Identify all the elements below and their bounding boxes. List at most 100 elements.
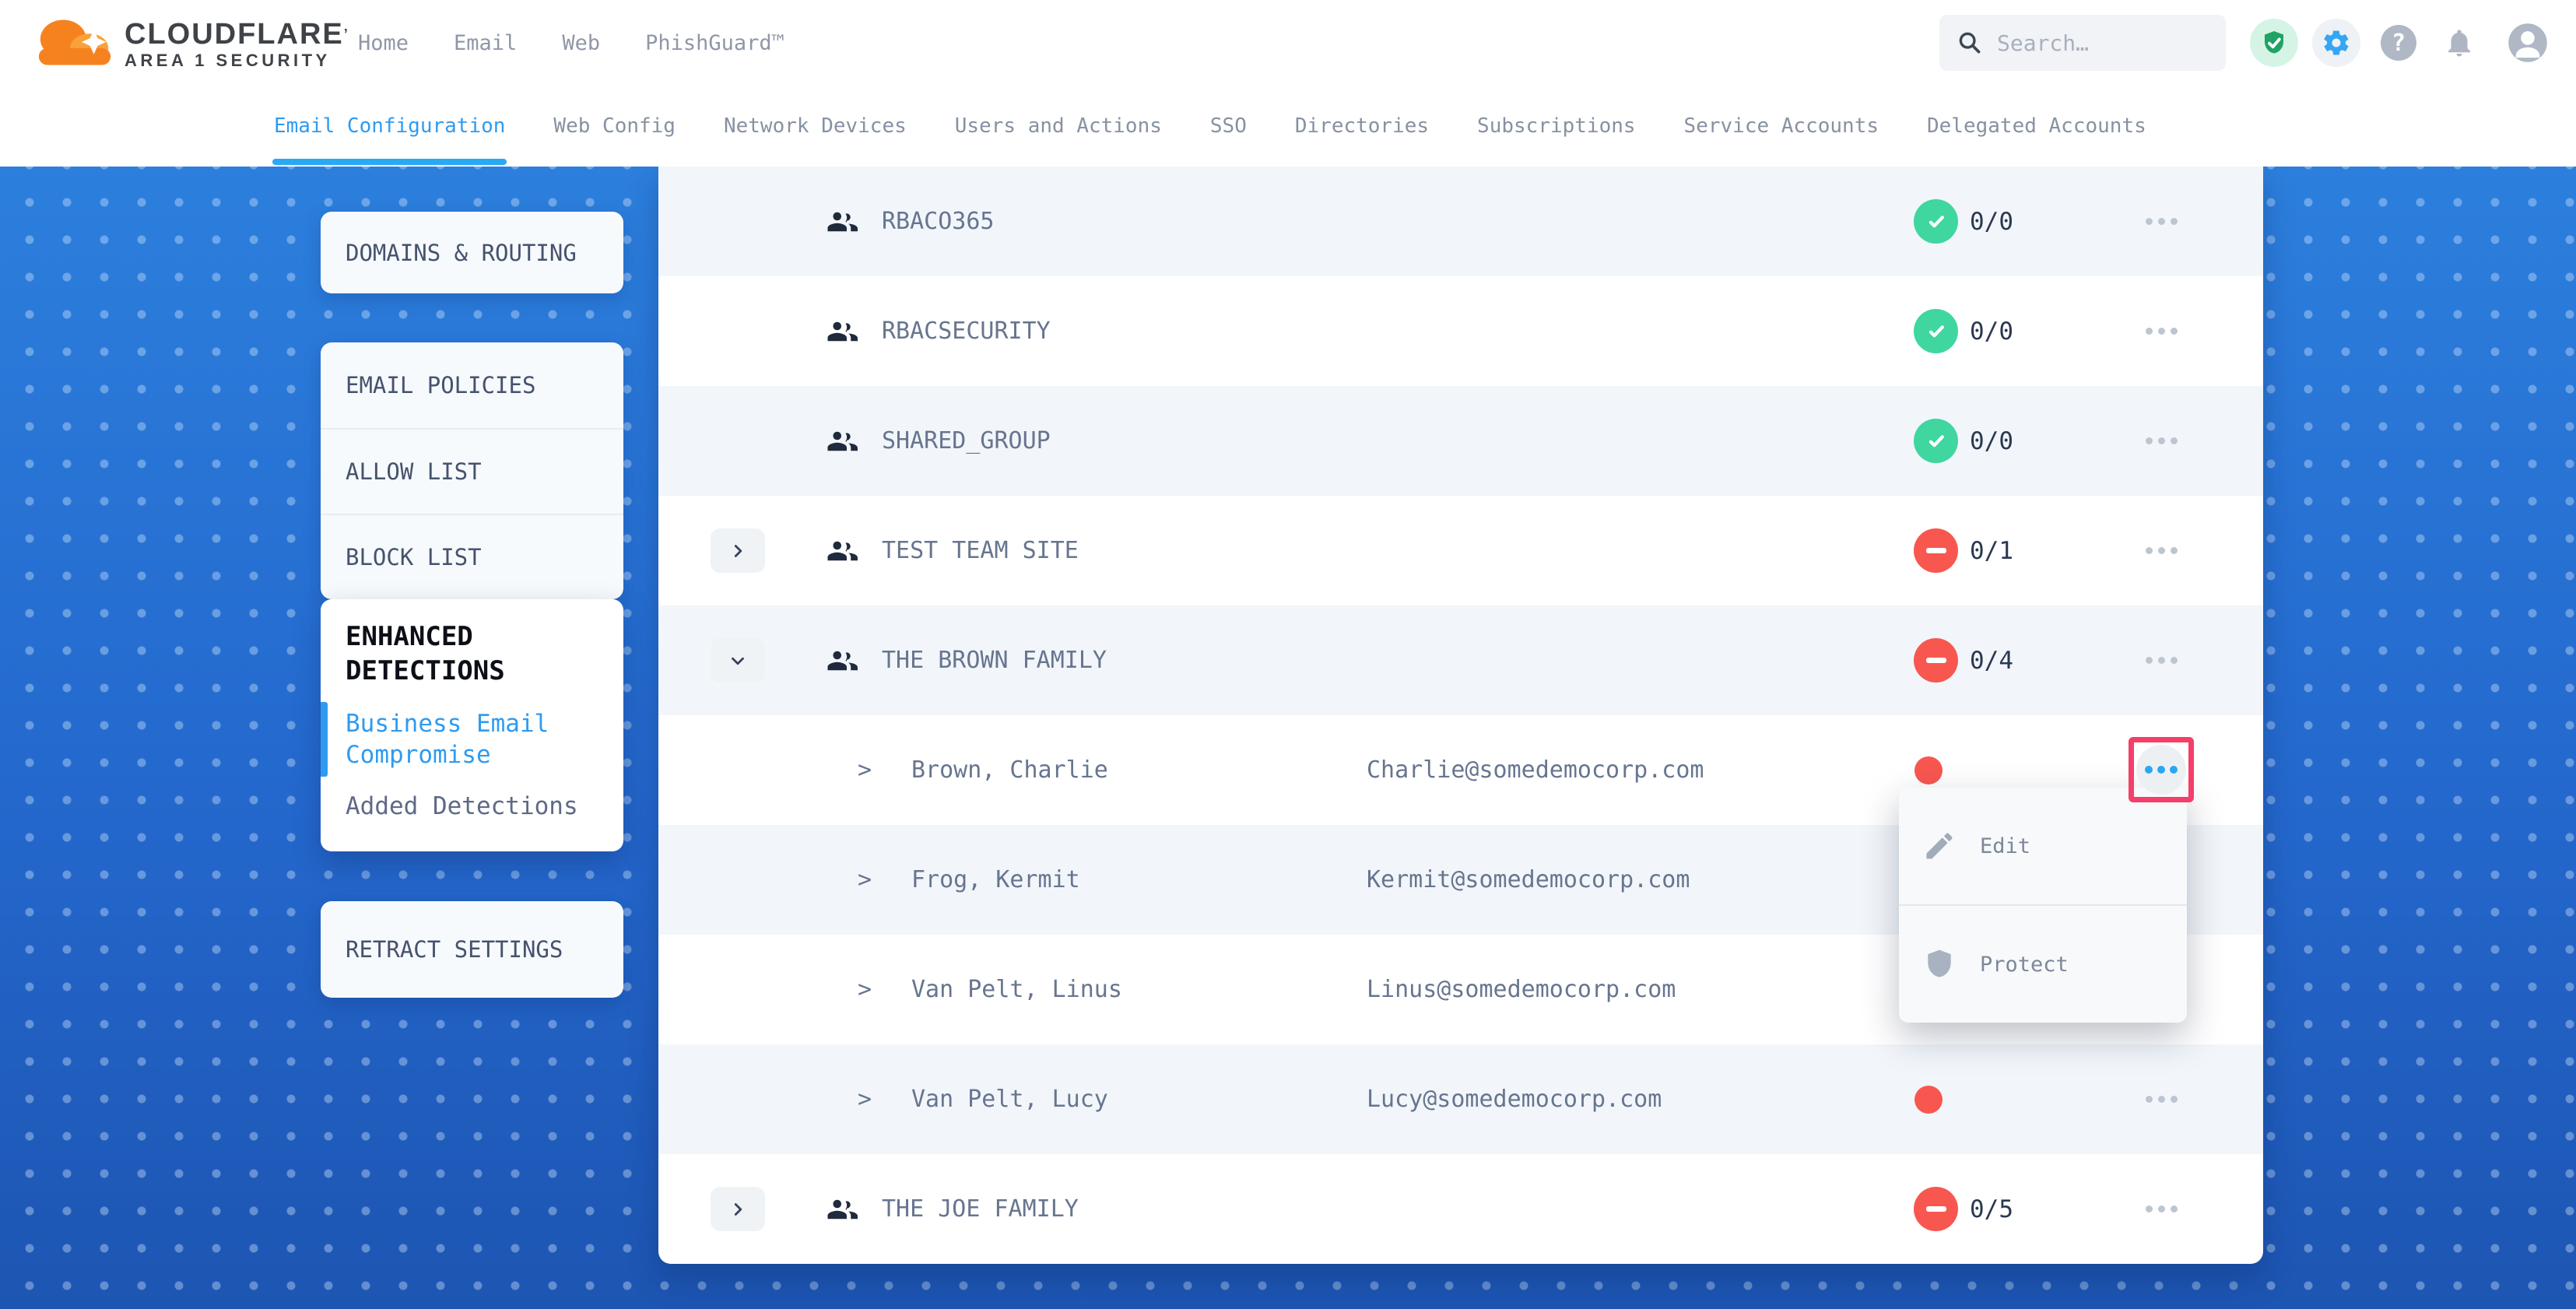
group-name: TEST TEAM SITE [882,496,1079,605]
tab-subscriptions[interactable]: Subscriptions [1477,86,1636,167]
sidebar-item-email-policies[interactable]: EMAIL POLICIES [321,342,623,428]
help-glyph: ? [2392,30,2406,57]
minus-icon [1926,548,1946,553]
tab-sso[interactable]: SSO [1210,86,1247,167]
menu-item-protect[interactable]: Protect [1899,904,2187,1023]
status-ok-badge [1914,199,1958,244]
minus-icon [1926,658,1946,663]
pencil-icon [1922,829,1957,863]
brand-subtitle: AREA 1 SECURITY [125,50,349,72]
group-people-icon [825,425,858,458]
avatar-glyph [2507,22,2549,64]
group-icon [825,276,858,386]
group-row[interactable]: RBACO365 0/0 [658,167,2263,276]
protection-count: 0/4 [1970,605,2013,715]
protection-count: 0/1 [1970,496,2013,605]
chevron-right-icon [728,1199,748,1220]
tab-delegated-accounts[interactable]: Delegated Accounts [1927,86,2146,167]
group-people-icon [825,315,858,348]
row-chevron-icon: > [858,715,872,825]
cloudflare-logo-icon [33,9,117,76]
chevron-right-icon [728,541,748,561]
menu-item-label: Protect [1980,953,2069,977]
tab-users-and-actions[interactable]: Users and Actions [955,86,1162,167]
group-name: SHARED_GROUP [882,386,1051,496]
top-nav-web[interactable]: Web [562,31,600,55]
sidebar-item-allow-list[interactable]: ALLOW LIST [321,428,623,514]
status-ok-badge [1914,309,1958,353]
status-blocked-badge [1914,528,1958,573]
status-blocked-badge [1914,638,1958,683]
sidebar-card-3: RETRACT SETTINGS [321,901,623,998]
check-icon [1923,209,1950,235]
help-icon[interactable]: ? [2381,25,2416,61]
group-row[interactable]: THE BROWN FAMILY 0/4 [658,605,2263,715]
row-actions-button[interactable] [2129,298,2194,363]
status-dot [1914,1086,1943,1114]
sidebar-item-domains-routing[interactable]: DOMAINS & ROUTING [321,212,623,293]
top-nav-phishguard[interactable]: PhishGuard™ [645,31,784,55]
row-actions-button[interactable] [2129,408,2194,473]
expand-group-button[interactable] [711,528,765,573]
tab-network-devices[interactable]: Network Devices [724,86,907,167]
search-box[interactable] [1939,15,2226,71]
member-email: Linus@somedemocorp.com [1367,935,1676,1044]
row-actions-button[interactable] [2129,518,2194,583]
group-name: RBACSECURITY [882,276,1051,386]
expand-group-button[interactable] [711,1187,765,1231]
row-chevron-icon: > [858,1044,872,1154]
row-actions-button[interactable] [2129,627,2194,693]
group-row[interactable]: THE JOE FAMILY0/5 [658,1154,2263,1264]
group-name: THE JOE FAMILY [882,1154,1079,1264]
shield-icon [1922,947,1957,981]
top-nav-email[interactable]: Email [454,31,517,55]
status-ok-badge [1914,419,1958,463]
shield-check-icon[interactable] [2250,19,2298,67]
gear-icon[interactable] [2312,19,2360,67]
avatar-icon[interactable] [2507,22,2549,64]
brand-trademark: ’ [344,26,349,42]
sidebar-section-heading: ENHANCED DETECTIONS [346,619,598,688]
top-nav-home[interactable]: Home [358,31,409,55]
group-name: THE BROWN FAMILY [882,605,1107,715]
gear-glyph [2322,28,2351,58]
member-row[interactable]: > Van Pelt, Lucy Lucy@somedemocorp.com [658,1044,2263,1154]
ellipsis-icon [2136,745,2186,795]
groups-table-panel: RBACO3650/0RBACSECURITY0/0SHARED_GROUP0/… [658,167,2263,1264]
group-name: RBACO365 [882,167,995,276]
chevron-down-icon [728,651,748,671]
group-row[interactable]: RBACSECURITY0/0 [658,276,2263,386]
tab-service-accounts[interactable]: Service Accounts [1684,86,1879,167]
bell-icon[interactable] [2435,19,2483,67]
member-email: Lucy@somedemocorp.com [1367,1044,1662,1154]
sidebar-item-retract-settings[interactable]: RETRACT SETTINGS [321,901,623,998]
sidebar-item-added-detections[interactable]: Added Detections [346,791,598,822]
status-blocked-badge [1914,1187,1958,1231]
row-actions-button-highlighted[interactable] [2129,737,2194,802]
tab-web-config[interactable]: Web Config [553,86,676,167]
tab-email-configuration[interactable]: Email Configuration [274,86,505,167]
protection-count: 0/0 [1970,167,2013,276]
shield-icon [1922,947,1957,981]
active-indicator-bar [321,702,328,777]
member-name: Van Pelt, Lucy [911,1044,1108,1154]
group-row[interactable]: TEST TEAM SITE 0/1 [658,496,2263,605]
menu-item-edit[interactable]: Edit [1899,788,2187,904]
sidebar-item-business-email-compromise[interactable]: Business Email Compromise [346,708,598,770]
collapse-group-button[interactable] [711,638,765,683]
row-context-menu: Edit Protect [1899,788,2187,1023]
search-input[interactable] [1995,30,2209,57]
row-actions-button[interactable] [2129,1066,2194,1132]
brand-name: CLOUDFLARE [125,18,344,51]
pencil-icon [1922,829,1957,863]
row-actions-button[interactable] [2129,188,2194,254]
minus-icon [1926,1206,1946,1212]
menu-item-label: Edit [1980,834,2030,858]
sidebar-card-2: ENHANCED DETECTIONS Business Email Compro… [321,599,623,851]
row-chevron-icon: > [858,935,872,1044]
row-actions-button[interactable] [2129,1176,2194,1241]
group-row[interactable]: SHARED_GROUP0/0 [658,386,2263,496]
sidebar-item-block-list[interactable]: BLOCK LIST [321,514,623,599]
group-icon [825,605,858,715]
tab-directories[interactable]: Directories [1295,86,1429,167]
